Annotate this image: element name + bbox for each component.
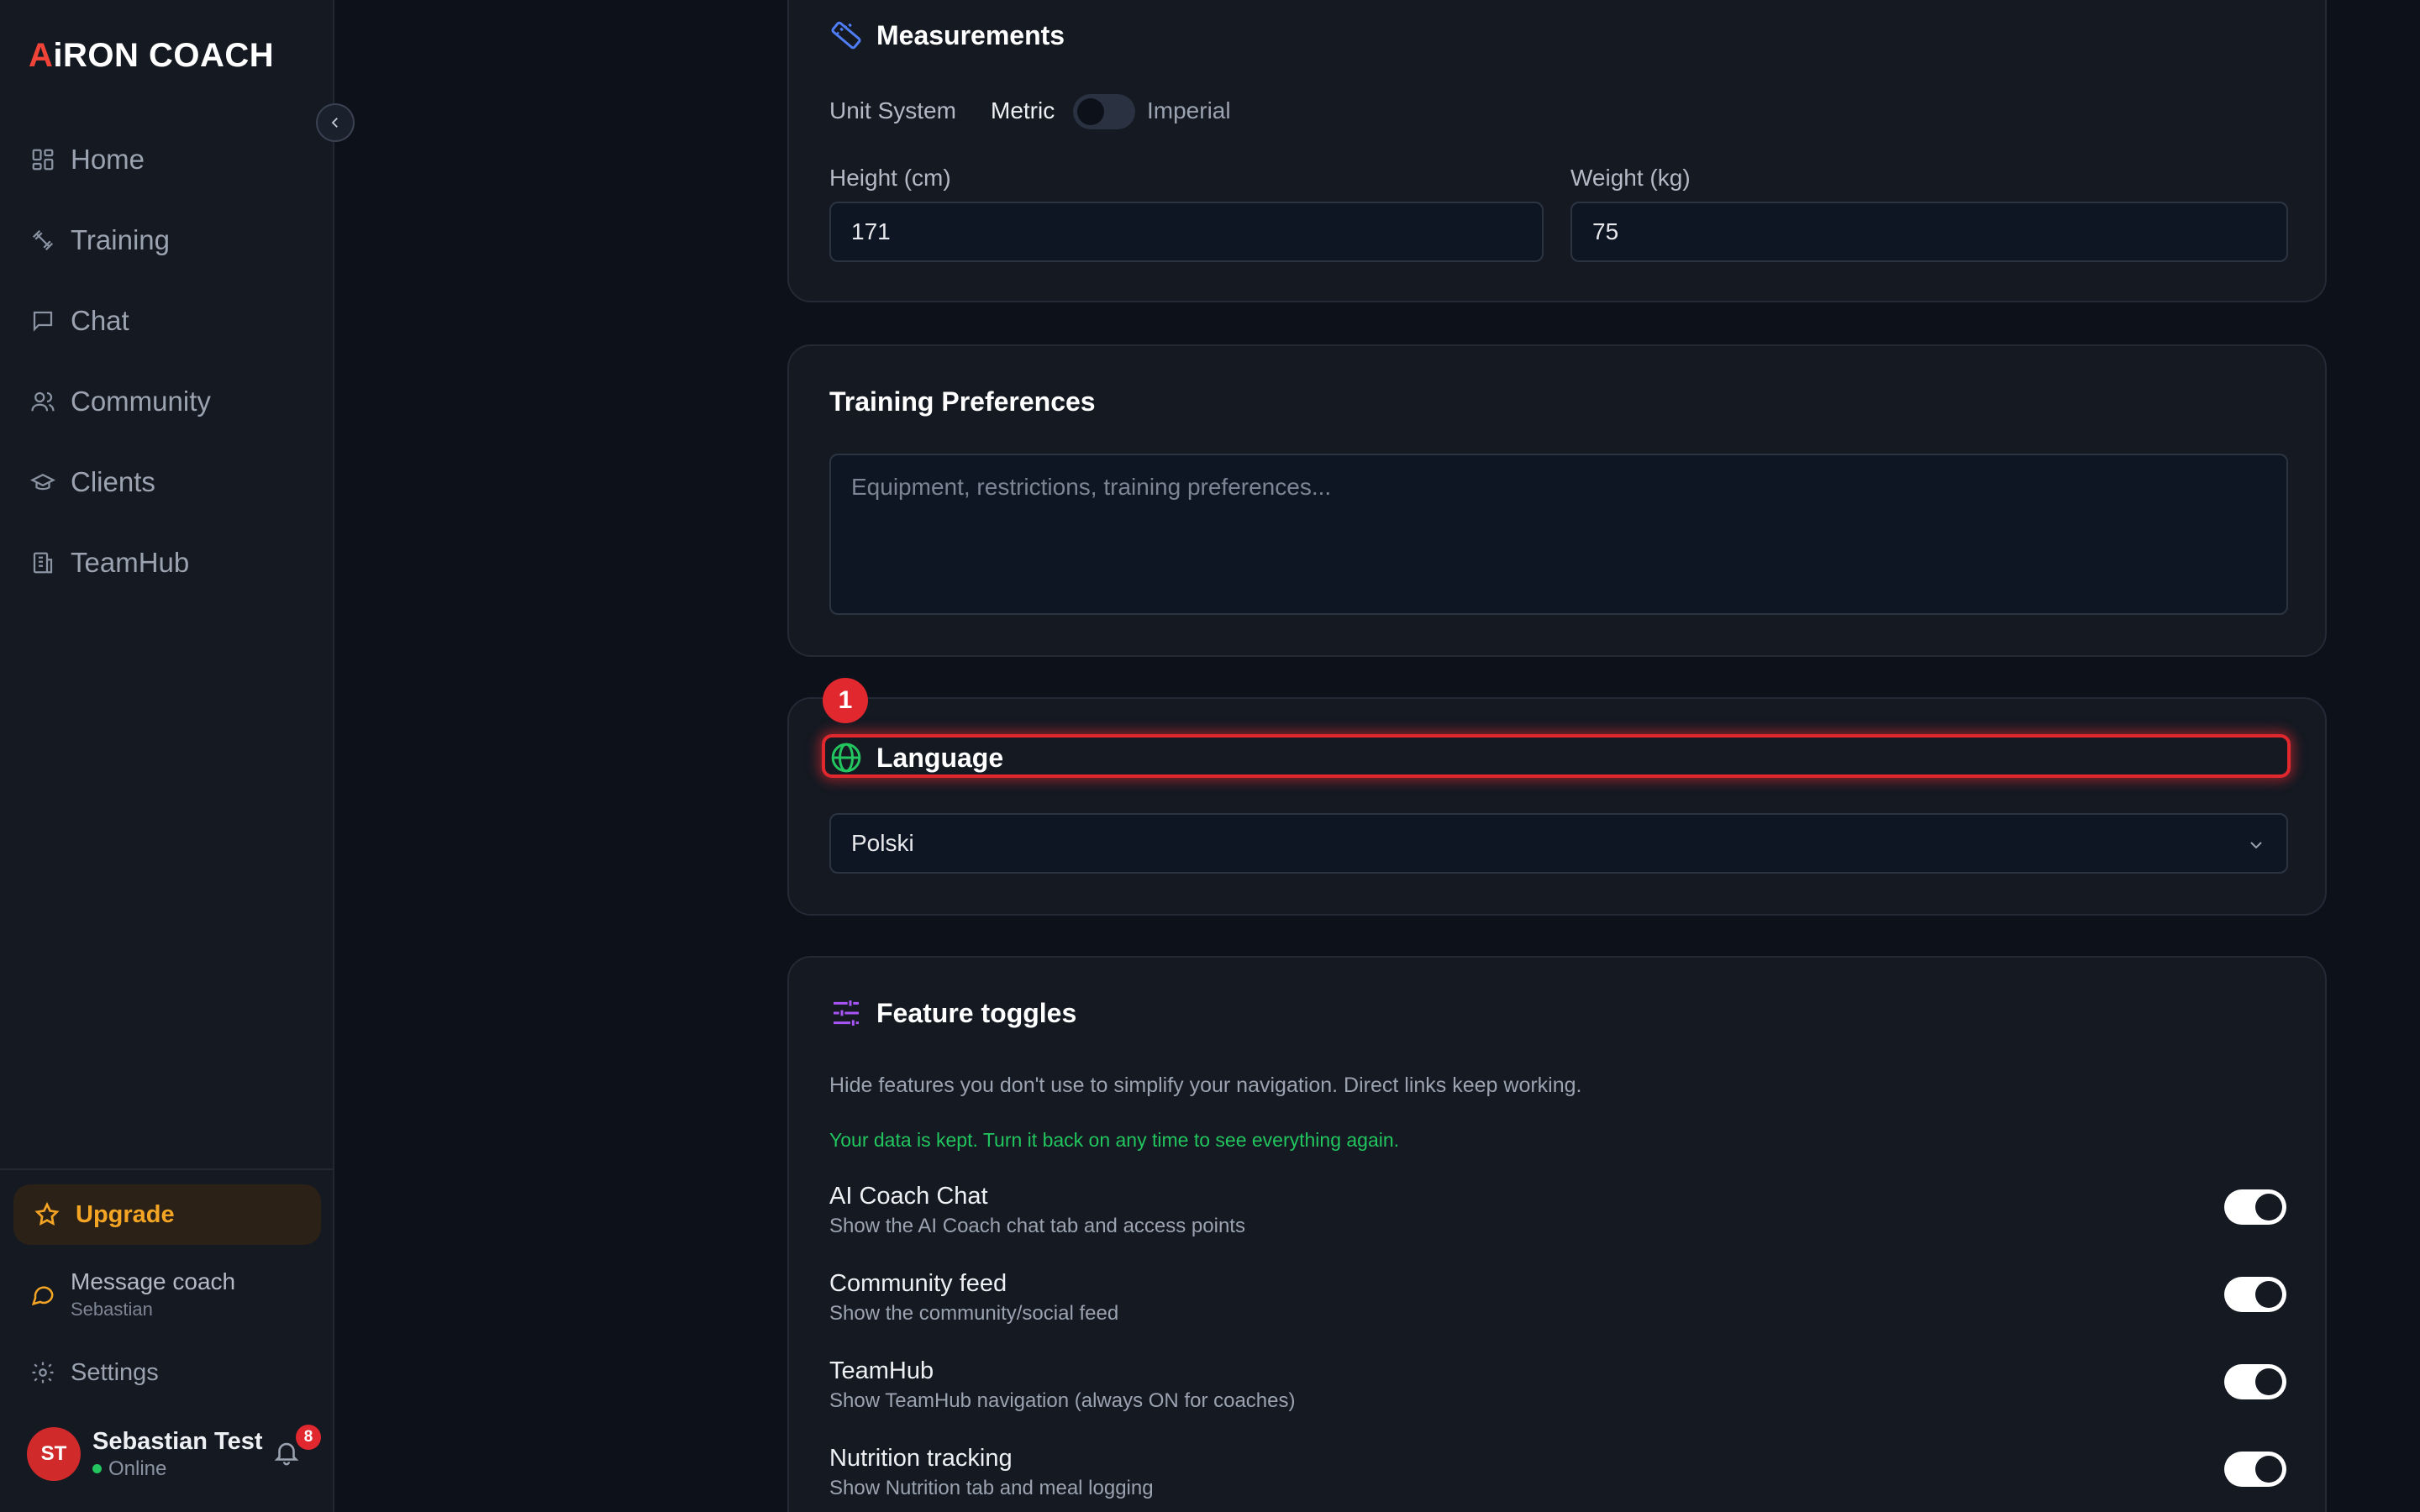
dumbbell-icon <box>32 229 54 251</box>
building-icon <box>33 552 53 574</box>
settings-link[interactable]: Settings <box>30 1347 282 1398</box>
nav-item-training[interactable]: Training <box>30 215 308 265</box>
feature-title: Nutrition tracking <box>829 1445 1013 1472</box>
feature-toggles-note: Your data is kept. Turn it back on any t… <box>829 1129 1400 1151</box>
upgrade-label: Upgrade <box>76 1200 175 1228</box>
nav-item-home[interactable]: Home <box>30 134 308 185</box>
language-select[interactable]: Polski <box>829 813 2288 874</box>
settings-label: Settings <box>71 1358 159 1386</box>
feature-description: Show the community/social feed <box>829 1302 1119 1325</box>
imperial-label: Imperial <box>1147 97 1231 123</box>
ai-coach-chat-toggle[interactable] <box>2224 1189 2286 1225</box>
feature-description: Show Nutrition tab and meal logging <box>829 1477 1154 1499</box>
message-circle-icon <box>31 1286 54 1306</box>
chat-bubble-icon <box>33 311 53 332</box>
feature-nutrition-tracking: Nutrition tracking Show Nutrition tab an… <box>789 1445 2325 1512</box>
message-coach-button[interactable]: Message coach Sebastian <box>30 1267 316 1322</box>
unit-system-label: Unit System <box>829 97 956 123</box>
message-coach-text: Message coach Sebastian <box>71 1268 235 1320</box>
nav-item-label: Home <box>71 144 145 175</box>
nav-item-label: Chat <box>71 305 129 336</box>
feature-description: Show TeamHub navigation (always ON for c… <box>829 1389 1296 1412</box>
nav-item-label: TeamHub <box>71 547 190 578</box>
measurements-card: Measurements Unit System Metric Imperial… <box>787 0 2327 302</box>
chevron-left-icon <box>331 118 338 128</box>
user-name: Sebastian Test <box>92 1427 263 1455</box>
nav-item-label: Community <box>71 386 211 417</box>
nav-item-community[interactable]: Community <box>30 376 308 427</box>
height-label: Height (cm) <box>829 165 951 191</box>
notification-count-badge: 8 <box>296 1425 321 1450</box>
upgrade-button[interactable]: Upgrade <box>13 1184 321 1245</box>
ruler-icon <box>831 21 861 50</box>
nav-item-clients[interactable]: Clients <box>30 457 308 507</box>
feature-toggles-card: Feature toggles Hide features you don't … <box>787 956 2327 1512</box>
user-status: Online <box>92 1457 263 1481</box>
feature-title: TeamHub <box>829 1357 934 1384</box>
nav-item-teamhub[interactable]: TeamHub <box>30 538 308 588</box>
app-logo[interactable]: AiRON COACH <box>29 37 274 75</box>
avatar[interactable]: ST <box>27 1427 81 1481</box>
star-icon <box>34 1201 60 1226</box>
user-profile[interactable]: ST Sebastian Test Online 8 <box>27 1425 321 1483</box>
feature-teamhub: TeamHub Show TeamHub navigation (always … <box>789 1357 2325 1425</box>
chevron-down-icon <box>2250 842 2262 849</box>
weight-label: Weight (kg) <box>1570 165 1691 191</box>
nav-item-chat[interactable]: Chat <box>30 296 308 346</box>
unit-system-toggle[interactable] <box>1073 94 1135 129</box>
nav-item-label: Training <box>71 224 170 255</box>
message-coach-label: Message coach <box>71 1268 236 1294</box>
annotation-marker: 1 <box>823 678 868 723</box>
feature-title: AI Coach Chat <box>829 1183 988 1210</box>
nutrition-tracking-toggle[interactable] <box>2224 1452 2286 1487</box>
teamhub-toggle[interactable] <box>2224 1364 2286 1399</box>
sidebar-divider <box>0 1168 334 1170</box>
grid-icon <box>32 149 54 171</box>
language-title-highlight <box>822 734 2291 778</box>
collapse-sidebar-button[interactable] <box>316 103 355 142</box>
feature-toggles-description: Hide features you don't use to simplify … <box>829 1074 1582 1097</box>
feature-community-feed: Community feed Show the community/social… <box>789 1270 2325 1337</box>
measurements-title: Measurements <box>829 18 1065 52</box>
training-preferences-card: Training Preferences Equipment, restrict… <box>787 344 2327 657</box>
training-preferences-textarea[interactable]: Equipment, restrictions, training prefer… <box>829 454 2288 615</box>
online-status-dot <box>92 1464 102 1473</box>
language-selected-value: Polski <box>851 830 914 856</box>
feature-toggles-title: Feature toggles <box>829 996 1076 1030</box>
feature-title: Community feed <box>829 1270 1007 1297</box>
user-info: Sebastian Test Online <box>92 1428 263 1481</box>
nav-item-label: Clients <box>71 466 155 497</box>
metric-label: Metric <box>991 97 1055 123</box>
community-feed-toggle[interactable] <box>2224 1277 2286 1312</box>
feature-description: Show the AI Coach chat tab and access po… <box>829 1215 1245 1237</box>
height-input[interactable]: 171 <box>829 202 1544 262</box>
sliders-icon <box>834 1000 859 1026</box>
weight-input[interactable]: 75 <box>1570 202 2288 262</box>
gear-icon <box>32 1362 54 1383</box>
coach-name: Sebastian <box>71 1299 153 1320</box>
sidebar: AiRON COACH Home Training Chat Community… <box>0 0 334 1512</box>
graduation-cap-icon <box>30 473 55 491</box>
training-preferences-title: Training Preferences <box>829 386 1096 417</box>
language-card: Language Polski <box>787 697 2327 916</box>
user-status-text: Online <box>108 1457 167 1480</box>
feature-ai-coach-chat: AI Coach Chat Show the AI Coach chat tab… <box>789 1183 2325 1250</box>
users-icon <box>31 391 55 412</box>
